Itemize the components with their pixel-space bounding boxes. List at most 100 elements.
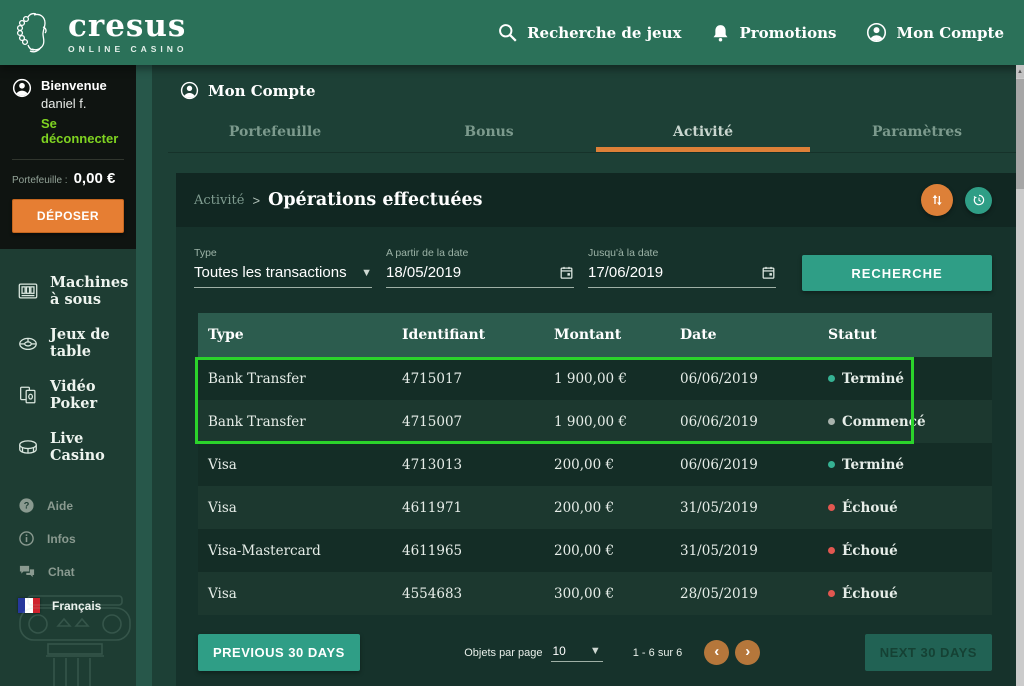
cell-id: 4713013 [392, 457, 544, 473]
date-to-label: Jusqu'à la date [588, 247, 776, 259]
sidebar-item-machines-a-sous[interactable]: Machines à sous [0, 265, 136, 317]
main-content: Mon Compte Portefeuille Bonus Activité P… [168, 65, 1024, 686]
calendar-icon[interactable] [761, 265, 776, 280]
table-header: Type Identifiant Montant Date Statut [198, 313, 992, 357]
logo-title: cresus [68, 11, 188, 42]
status-dot [828, 375, 835, 382]
breadcrumb-parent[interactable]: Activité [194, 193, 244, 208]
welcome-text: Bienvenue [41, 78, 124, 93]
table-row[interactable]: Bank Transfer 4715017 1 900,00 € 06/06/2… [198, 357, 992, 400]
nav-account[interactable]: Mon Compte [866, 22, 1004, 43]
nav-game-search[interactable]: Recherche de jeux [497, 22, 681, 43]
nav-label: Recherche de jeux [527, 24, 681, 42]
cell-date: 31/05/2019 [670, 500, 818, 516]
cell-date: 06/06/2019 [670, 457, 818, 473]
logout-link[interactable]: Se déconnecter [41, 116, 124, 146]
scrollbar-thumb[interactable] [1016, 79, 1024, 189]
table-row[interactable]: Visa 4611971 200,00 € 31/05/2019 Échoué [198, 486, 992, 529]
cell-status: Terminé [818, 371, 992, 387]
calendar-icon[interactable] [559, 265, 574, 280]
status-label: Commencé [842, 414, 926, 430]
chevron-down-icon: ▼ [590, 645, 601, 657]
table-row[interactable]: Visa-Mastercard 4611965 200,00 € 31/05/2… [198, 529, 992, 572]
cell-date: 31/05/2019 [670, 543, 818, 559]
cell-id: 4611965 [392, 543, 544, 559]
sidebar-item-chat[interactable]: Chat [0, 555, 136, 588]
transactions-button[interactable] [921, 184, 953, 216]
tab-activite[interactable]: Activité [596, 116, 810, 152]
vertical-scrollbar[interactable]: ▲ [1016, 65, 1024, 686]
status-dot [828, 504, 835, 511]
activity-panel: Activité > Opérations effectuées [176, 173, 1016, 686]
help-icon: ? [18, 497, 35, 514]
cell-date: 28/05/2019 [670, 586, 818, 602]
sidebar-item-jeux-de-table[interactable]: Jeux de table [0, 317, 136, 369]
pagination-bar: PREVIOUS 30 DAYS Objets par page 10 ▼ 1 … [176, 615, 1016, 671]
type-filter-select[interactable]: Toutes les transactions ▼ [194, 264, 372, 288]
cell-id: 4611971 [392, 500, 544, 516]
next-page-button[interactable]: › [735, 640, 760, 665]
cell-type: Visa-Mastercard [198, 543, 392, 559]
history-button[interactable] [965, 187, 992, 214]
breadcrumb-current: Opérations effectuées [268, 190, 482, 210]
wallet-balance: 0,00 € [74, 170, 116, 187]
per-page-label: Objets par page [464, 647, 542, 659]
status-label: Terminé [842, 457, 904, 473]
pillar-decoration [14, 594, 136, 686]
table-row[interactable]: Bank Transfer 4715007 1 900,00 € 06/06/2… [198, 400, 992, 443]
table-row[interactable]: Visa 4554683 300,00 € 28/05/2019 Échoué [198, 572, 992, 615]
sidebar-item-label: Infos [47, 532, 76, 546]
breadcrumb: Activité > Opérations effectuées [176, 173, 1016, 227]
scroll-up-arrow[interactable]: ▲ [1016, 65, 1024, 78]
deposit-button[interactable]: DÉPOSER [12, 199, 124, 233]
date-from-input[interactable]: 18/05/2019 [386, 264, 574, 288]
slot-machine-icon [16, 280, 40, 302]
per-page-select[interactable]: 10 ▼ [551, 644, 603, 662]
column-identifiant: Identifiant [392, 327, 544, 343]
tab-parametres[interactable]: Paramètres [810, 116, 1024, 152]
status-label: Échoué [842, 543, 898, 559]
table-row[interactable]: Visa 4713013 200,00 € 06/06/2019 Terminé [198, 443, 992, 486]
bell-icon [711, 23, 730, 43]
breadcrumb-separator: > [252, 193, 260, 208]
cell-id: 4715007 [392, 414, 544, 430]
sidebar-item-infos[interactable]: Infos [0, 522, 136, 555]
sidebar-menu: Machines à sous Jeux de table Vidéo Po [0, 249, 136, 473]
date-from-value: 18/05/2019 [386, 264, 461, 281]
status-label: Échoué [842, 500, 898, 516]
sidebar-item-live-casino[interactable]: Live Casino [0, 421, 136, 473]
cell-type: Bank Transfer [198, 371, 392, 387]
next-30-days-button[interactable]: NEXT 30 DAYS [865, 634, 992, 671]
per-page-value: 10 [553, 644, 566, 658]
top-header: cresus ONLINE CASINO Recherche de jeux P… [0, 0, 1024, 65]
sidebar-item-aide[interactable]: ? Aide [0, 489, 136, 522]
cresus-logo[interactable]: cresus ONLINE CASINO [12, 7, 188, 59]
cell-type: Visa [198, 457, 392, 473]
cell-amount: 200,00 € [544, 500, 670, 516]
nav-promotions[interactable]: Promotions [711, 23, 836, 43]
cell-status: Commencé [818, 414, 992, 430]
previous-page-button[interactable]: ‹ [704, 640, 729, 665]
cell-status: Échoué [818, 586, 992, 602]
history-clock-icon [972, 193, 986, 207]
cell-id: 4554683 [392, 586, 544, 602]
type-filter-value: Toutes les transactions [194, 264, 347, 281]
search-button[interactable]: RECHERCHE [802, 255, 992, 291]
status-dot [828, 590, 835, 597]
cell-amount: 300,00 € [544, 586, 670, 602]
date-to-input[interactable]: 17/06/2019 [588, 264, 776, 288]
sidebar-item-label: Vidéo Poker [50, 378, 132, 412]
filter-bar: Type Toutes les transactions ▼ A partir … [176, 227, 1016, 303]
wallet-label: Portefeuille : [12, 175, 68, 186]
previous-30-days-button[interactable]: PREVIOUS 30 DAYS [198, 634, 360, 671]
cell-amount: 200,00 € [544, 543, 670, 559]
tab-bonus[interactable]: Bonus [382, 116, 596, 152]
column-statut: Statut [818, 327, 992, 343]
casino-chip-icon [16, 436, 40, 458]
cell-type: Visa [198, 500, 392, 516]
tab-portefeuille[interactable]: Portefeuille [168, 116, 382, 152]
laurel-head-icon [12, 7, 60, 59]
info-icon [18, 530, 35, 547]
date-to-value: 17/06/2019 [588, 264, 663, 281]
sidebar-item-video-poker[interactable]: Vidéo Poker [0, 369, 136, 421]
